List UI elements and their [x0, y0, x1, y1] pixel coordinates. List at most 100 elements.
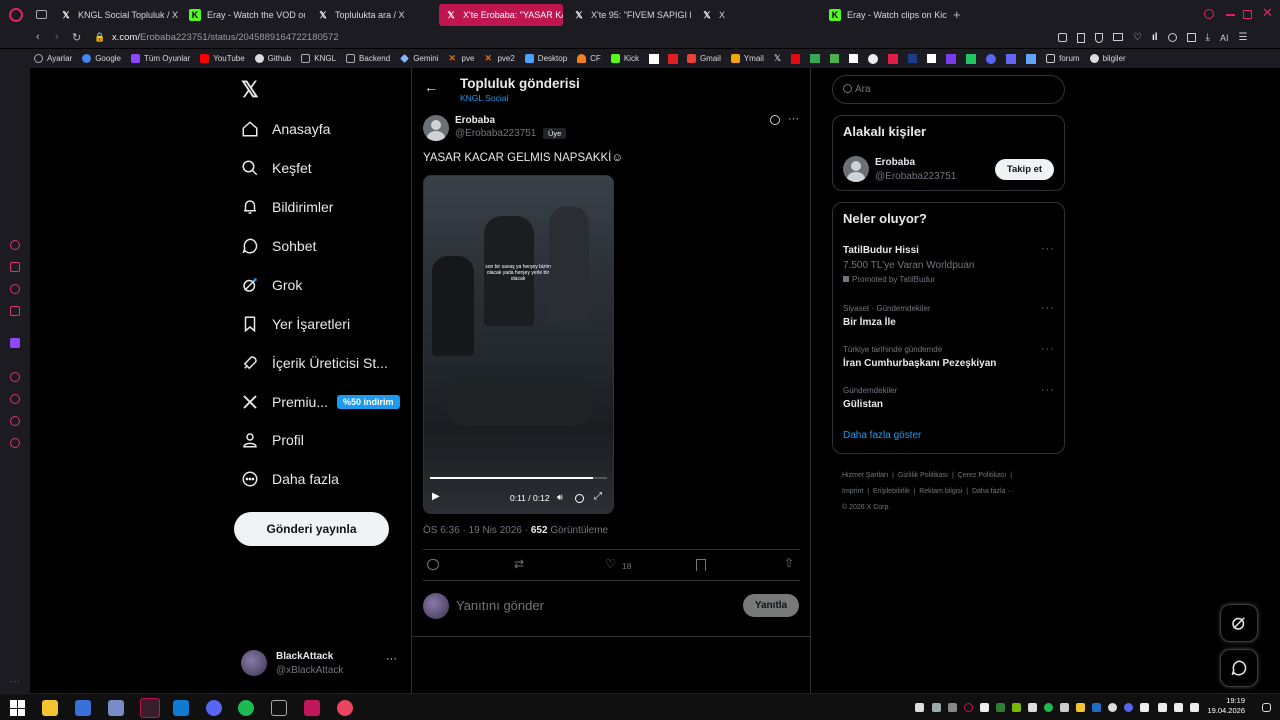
url-field[interactable]: x.com/Erobaba223751/status/2045889164722…: [112, 32, 339, 43]
tray-icon[interactable]: [948, 703, 957, 712]
reply-input[interactable]: Yanıtını gönder: [456, 598, 544, 613]
bookmark-item[interactable]: Gmail: [686, 54, 721, 63]
download-icon[interactable]: ⤓: [1206, 33, 1210, 43]
bookmark-item[interactable]: Kick: [610, 54, 639, 63]
bookmark-item[interactable]: YouTube: [200, 54, 245, 63]
footer-link[interactable]: Gizlilik Politikası: [898, 472, 948, 479]
more-dots-icon[interactable]: ···: [1041, 243, 1055, 255]
minimize-icon[interactable]: [1226, 14, 1235, 16]
tray-icon[interactable]: [1076, 703, 1085, 712]
reload-icon[interactable]: ↻: [72, 31, 81, 44]
tray-icon[interactable]: [980, 703, 989, 712]
opera-icon[interactable]: [140, 698, 160, 718]
tab-overview-icon[interactable]: [36, 10, 47, 19]
site-icon[interactable]: [849, 54, 859, 63]
camera-icon[interactable]: [1058, 33, 1067, 42]
trend-item[interactable]: Gündemdekiler Gülistan ···: [833, 382, 1064, 416]
tray-icon[interactable]: [1060, 703, 1069, 712]
avatar[interactable]: [423, 115, 449, 141]
follow-button[interactable]: Takip et: [995, 159, 1054, 180]
search-tabs-icon[interactable]: [1204, 9, 1214, 19]
messages-fab[interactable]: [1220, 649, 1258, 687]
trend-item-promo[interactable]: TatilBudur Hissi 7.500 TL'ye Varan World…: [833, 241, 1064, 291]
crypto-wallet-icon[interactable]: [10, 262, 20, 272]
fullscreen-icon[interactable]: ⤢: [594, 491, 602, 502]
back-icon[interactable]: ‹: [36, 31, 40, 43]
discord-icon[interactable]: [206, 700, 222, 716]
messenger-icon[interactable]: [10, 284, 20, 294]
site-icon[interactable]: [868, 53, 879, 64]
mail-icon[interactable]: [10, 306, 20, 316]
sheets-icon[interactable]: [966, 53, 977, 64]
heart-icon[interactable]: ♡: [1133, 33, 1142, 43]
volume-icon[interactable]: 🔊︎: [557, 492, 563, 503]
battery-icon[interactable]: [1190, 703, 1199, 712]
bookmark-item[interactable]: CF: [577, 54, 601, 63]
author-name[interactable]: Erobaba: [455, 115, 495, 126]
footer-link[interactable]: Hizmet Şartları: [842, 472, 888, 479]
file-explorer-icon[interactable]: [42, 700, 58, 716]
site-icon[interactable]: [667, 53, 678, 64]
tray-icon[interactable]: [932, 703, 941, 712]
twitch-icon[interactable]: [10, 338, 20, 348]
site-icon[interactable]: [648, 53, 659, 64]
footer-link[interactable]: Daha fazla ···: [972, 488, 1014, 495]
sidebar-item-notifications[interactable]: Bildirimler: [241, 194, 333, 220]
footer-link[interactable]: Reklam bilgisi: [919, 488, 962, 495]
stats-icon[interactable]: [830, 54, 840, 63]
bookmark-item[interactable]: Tüm Oyunlar: [131, 54, 190, 63]
new-tab-icon[interactable]: +: [953, 7, 961, 22]
bookmark-item[interactable]: KNGL: [301, 54, 336, 63]
history-icon[interactable]: [10, 394, 20, 404]
sidebar-item-more[interactable]: Daha fazla: [241, 466, 339, 492]
trend-item[interactable]: Türkiye tarihinde gündemde İran Cumhurba…: [833, 341, 1064, 375]
more-dots-icon[interactable]: ···: [386, 653, 397, 665]
footer-link[interactable]: Erişilebilirlik: [873, 488, 910, 495]
bookmark-page-icon[interactable]: [1077, 33, 1085, 43]
bookmark-item[interactable]: Ayarlar: [34, 54, 72, 63]
x-icon[interactable]: 𝕏: [774, 53, 781, 64]
volume-icon[interactable]: [1174, 703, 1183, 712]
reply-icon[interactable]: [427, 559, 439, 570]
sidebar-item-home[interactable]: Anasayfa: [241, 116, 330, 142]
rail-more-icon[interactable]: ···: [10, 676, 20, 687]
wifi-icon[interactable]: [1158, 703, 1167, 712]
bookmark-item[interactable]: Github: [254, 54, 291, 63]
vscode-icon[interactable]: [173, 700, 189, 716]
bookmark-item[interactable]: Gemini: [400, 54, 439, 63]
bookmark-item[interactable]: Ymail: [730, 54, 764, 63]
video-player[interactable]: son bir savaş ya herşey bizim olacak yad…: [423, 175, 614, 514]
maximize-icon[interactable]: [1243, 10, 1252, 19]
menu-icon[interactable]: ☰: [1238, 33, 1247, 43]
bookmark-item[interactable]: forum: [1046, 54, 1080, 63]
site-icon[interactable]: [946, 53, 957, 64]
bookmark-item[interactable]: bilgiler: [1089, 54, 1126, 63]
tray-icon[interactable]: [915, 703, 924, 712]
tray-icon[interactable]: [1012, 703, 1021, 712]
app-icon[interactable]: [271, 700, 287, 716]
reply-button[interactable]: Yanıtla: [743, 594, 799, 617]
app-icon[interactable]: [337, 700, 353, 716]
community-link[interactable]: KNGL Social: [460, 93, 508, 103]
vpn-icon[interactable]: [1113, 33, 1123, 41]
browser-tab-active[interactable]: 𝕏X'te Erobaba: "YASAR KACAR: [439, 4, 563, 26]
app-icon[interactable]: [304, 700, 320, 716]
tray-icon[interactable]: [1044, 703, 1053, 712]
bookmark-item[interactable]: Backend: [346, 54, 390, 63]
stats-icon[interactable]: ıl: [1152, 33, 1158, 43]
sidebar-item-profile[interactable]: Profil: [241, 427, 304, 453]
tray-icon[interactable]: [996, 703, 1005, 712]
browser-tab[interactable]: K Eray - Watch clips on Kick: [823, 4, 947, 26]
back-arrow-icon[interactable]: ←: [424, 79, 438, 95]
settings-icon[interactable]: [10, 438, 20, 448]
app-icon[interactable]: [75, 700, 91, 716]
show-more-link[interactable]: Daha fazla göster: [843, 430, 921, 441]
tray-icon[interactable]: [1124, 703, 1133, 712]
discord-icon[interactable]: [986, 53, 997, 64]
app-icon[interactable]: [108, 700, 124, 716]
wrench-icon[interactable]: [1026, 53, 1037, 64]
related-name[interactable]: Erobaba: [875, 157, 915, 168]
forward-icon[interactable]: ›: [55, 31, 59, 43]
search-box[interactable]: Ara: [832, 75, 1065, 104]
netflix-icon[interactable]: [791, 53, 801, 64]
